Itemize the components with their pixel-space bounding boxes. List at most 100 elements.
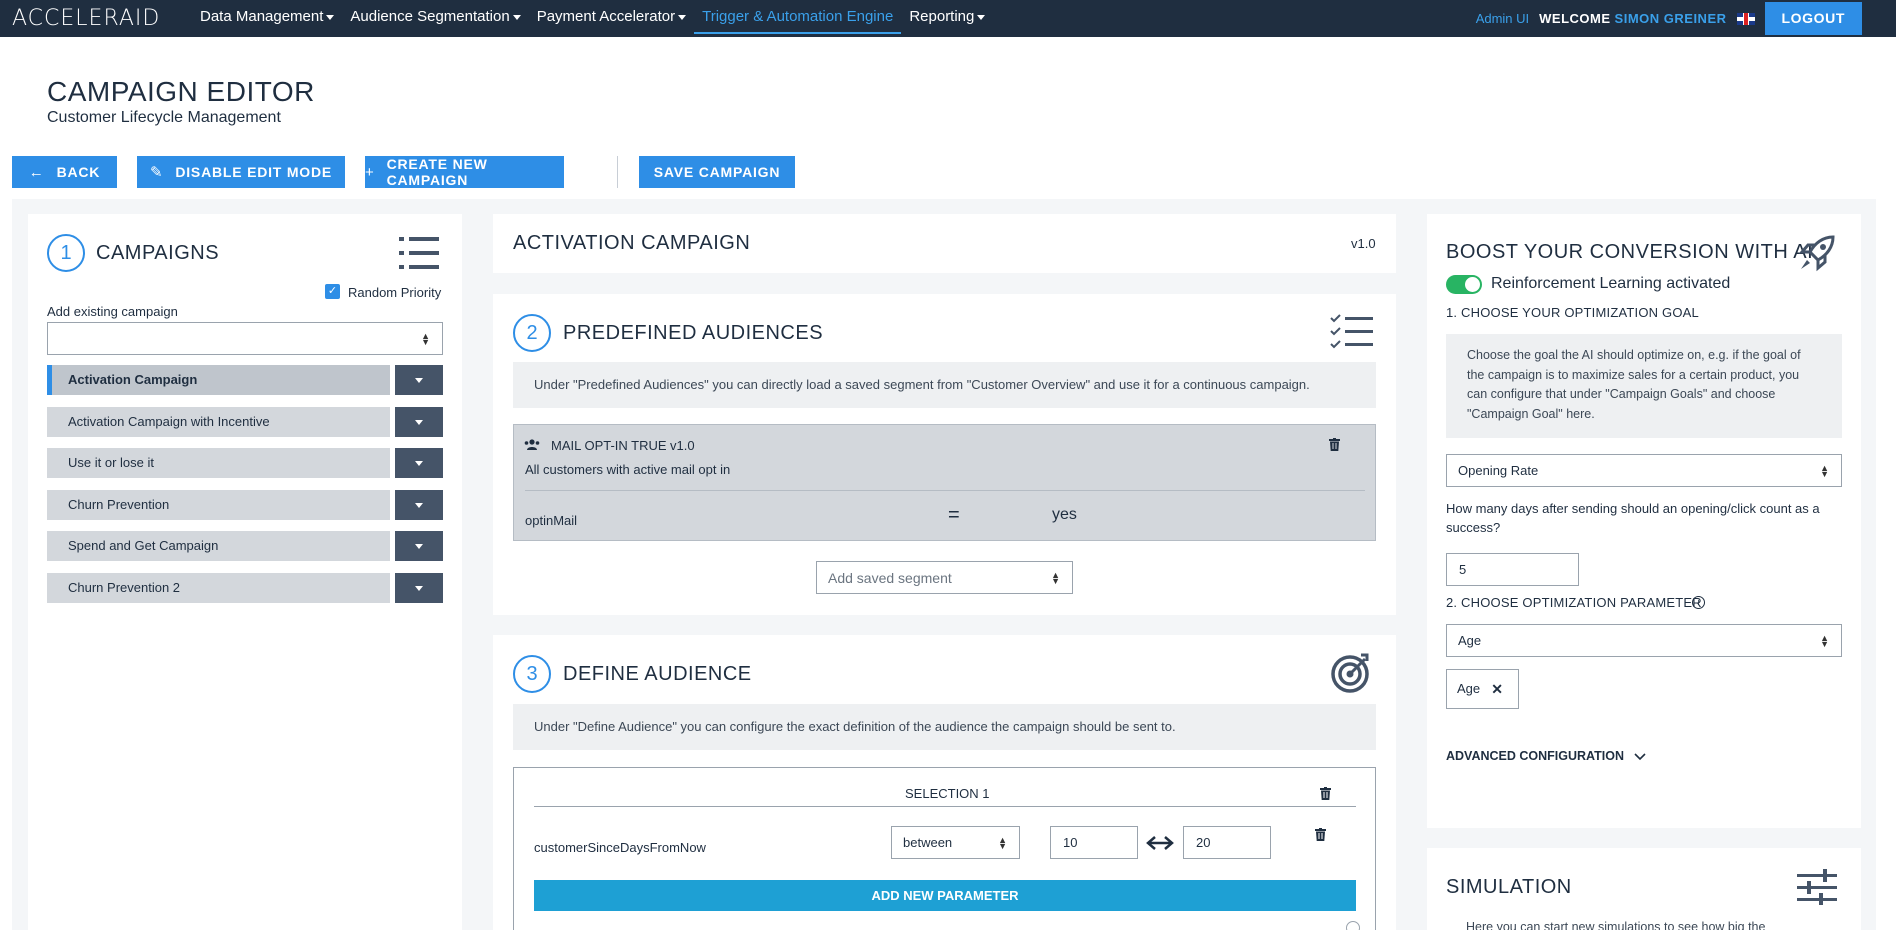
audience-operator: =	[948, 504, 960, 526]
nav-reporting[interactable]: Reporting	[901, 0, 993, 34]
campaign-item[interactable]: Activation Campaign	[47, 365, 390, 395]
disable-edit-mode-button[interactable]: ✎ DISABLE EDIT MODE	[137, 156, 345, 188]
selection-param: customerSinceDaysFromNow	[534, 840, 706, 855]
caret-down-icon	[415, 543, 423, 549]
random-priority-checkbox[interactable]: ✓	[325, 284, 340, 299]
optimization-goal-info: Choose the goal the AI should optimize o…	[1446, 334, 1842, 438]
top-navbar: ACCELERAID Data Management Audience Segm…	[0, 0, 1896, 37]
optimization-parameter-heading: 2. CHOOSE OPTIMIZATION PARAMETER	[1446, 595, 1702, 610]
audience-divider	[525, 490, 1365, 491]
selection-divider	[534, 806, 1356, 807]
chevron-down-icon	[678, 14, 687, 20]
logout-button[interactable]: LOGOUT	[1764, 2, 1862, 35]
optimization-parameter-select[interactable]: Age ▲ ▼	[1446, 624, 1842, 657]
trash-icon[interactable]	[1315, 828, 1326, 841]
chevron-down-icon	[977, 14, 986, 20]
simulation-title: SIMULATION	[1446, 876, 1572, 898]
checklist-icon	[1330, 314, 1373, 349]
campaign-item[interactable]: Use it or lose it	[47, 448, 390, 478]
nav-data-management[interactable]: Data Management	[192, 0, 342, 34]
back-button[interactable]: ← BACK	[12, 156, 117, 188]
success-days-question: How many days after sending should an op…	[1446, 501, 1820, 535]
simulation-info: Here you can start new simulations to se…	[1466, 920, 1766, 930]
nav-right: Admin UI WELCOME SIMON GREINER LOGOUT	[1476, 0, 1896, 37]
audience-version: v1.0	[670, 438, 695, 453]
range-arrow-icon	[1146, 836, 1174, 850]
add-saved-segment-select[interactable]: Add saved segment ▲ ▼	[816, 561, 1073, 594]
optimization-goal-heading: 1. CHOOSE YOUR OPTIMIZATION GOAL	[1446, 305, 1699, 320]
add-existing-campaign-select[interactable]: ▲ ▼	[47, 322, 443, 355]
save-campaign-button[interactable]: SAVE CAMPAIGN	[639, 156, 795, 188]
success-days-input[interactable]: 5	[1446, 553, 1579, 586]
page-title: CAMPAIGN EDITOR	[47, 76, 315, 107]
sliders-icon	[1797, 869, 1837, 905]
close-icon[interactable]: ✕	[1491, 670, 1503, 708]
chevron-down-icon	[1633, 753, 1646, 760]
user-name[interactable]: SIMON GREINER	[1615, 11, 1727, 26]
range-to-input[interactable]: 20	[1183, 826, 1271, 859]
info-icon[interactable]: i	[1692, 596, 1705, 609]
trash-icon[interactable]	[1329, 438, 1340, 451]
campaign-item[interactable]: Activation Campaign with Incentive	[47, 407, 390, 437]
campaign-menu-button[interactable]	[395, 448, 443, 478]
campaign-menu-button[interactable]	[395, 407, 443, 437]
chevron-down-icon	[512, 14, 521, 20]
selection-title: SELECTION 1	[905, 786, 990, 801]
define-audience-title: DEFINE AUDIENCE	[563, 663, 752, 685]
audience-name: MAIL OPT-IN TRUE	[551, 438, 667, 453]
trash-icon[interactable]	[1320, 787, 1331, 800]
predefined-audiences-info: Under "Predefined Audiences" you can dir…	[513, 362, 1376, 408]
toolbar-divider	[617, 156, 618, 188]
ai-title: BOOST YOUR CONVERSION WITH AI	[1446, 241, 1814, 263]
caret-down-icon	[415, 585, 423, 591]
caret-down-icon	[415, 502, 423, 508]
saved-audience-card: MAIL OPT-IN TRUE v1.0 All customers with…	[513, 424, 1376, 541]
optimization-goal-select[interactable]: Opening Rate ▲ ▼	[1446, 454, 1842, 487]
parameter-tag: Age ✕	[1446, 669, 1519, 709]
campaign-menu-button[interactable]	[395, 531, 443, 561]
campaign-item[interactable]: Churn Prevention	[47, 490, 390, 520]
logo[interactable]: ACCELERAID	[12, 6, 160, 31]
campaign-item[interactable]: Spend and Get Campaign	[47, 531, 390, 561]
arrow-left-icon: ←	[28, 163, 45, 181]
campaign-item[interactable]: Churn Prevention 2	[47, 573, 390, 603]
reinforcement-learning-toggle[interactable]	[1446, 275, 1482, 294]
advanced-configuration-toggle[interactable]: ADVANCED CONFIGURATION	[1446, 749, 1646, 763]
nav-audience-segmentation[interactable]: Audience Segmentation	[342, 0, 528, 34]
caret-down-icon	[415, 460, 423, 466]
admin-ui-link[interactable]: Admin UI	[1476, 11, 1529, 26]
list-icon	[399, 237, 439, 269]
toggle-label: Reinforcement Learning activated	[1491, 275, 1731, 292]
select-arrows-icon: ▲ ▼	[998, 835, 1007, 851]
caret-down-icon	[415, 377, 423, 383]
campaign-menu-button[interactable]	[395, 490, 443, 520]
uk-flag-icon[interactable]	[1736, 12, 1755, 25]
campaign-version: v1.0	[1351, 236, 1376, 251]
pencil-icon: ✎	[149, 164, 164, 181]
range-from-input[interactable]: 10	[1050, 826, 1138, 859]
random-priority-label: Random Priority	[348, 285, 442, 300]
target-icon	[1331, 653, 1369, 693]
select-arrows-icon: ▲ ▼	[1820, 463, 1829, 479]
add-existing-campaign-label: Add existing campaign	[47, 304, 178, 319]
campaign-menu-button[interactable]	[395, 365, 443, 395]
select-arrows-icon: ▲ ▼	[421, 331, 430, 347]
rocket-icon	[1798, 235, 1835, 272]
nav-payment-accelerator[interactable]: Payment Accelerator	[529, 0, 694, 34]
step-3-badge: 3	[513, 655, 551, 693]
predefined-audiences-title: PREDEFINED AUDIENCES	[563, 322, 824, 344]
select-arrows-icon: ▲ ▼	[1820, 633, 1829, 649]
step-2-badge: 2	[513, 314, 551, 352]
define-audience-info: Under "Define Audience" you can configur…	[513, 704, 1376, 750]
create-new-campaign-button[interactable]: + CREATE NEW CAMPAIGN	[365, 156, 564, 188]
select-arrows-icon: ▲ ▼	[1051, 570, 1060, 586]
campaign-menu-button[interactable]	[395, 573, 443, 603]
add-new-parameter-button[interactable]: ADD NEW PARAMETER	[534, 880, 1356, 911]
main-nav: Data Management Audience Segmentation Pa…	[192, 0, 993, 37]
welcome-text: WELCOME	[1539, 11, 1611, 26]
scroll-indicator[interactable]	[1346, 921, 1360, 930]
audience-param: optinMail	[525, 513, 578, 528]
operator-select[interactable]: between ▲ ▼	[891, 826, 1020, 859]
campaign-name: ACTIVATION CAMPAIGN	[513, 232, 751, 254]
nav-trigger-automation[interactable]: Trigger & Automation Engine	[694, 0, 902, 34]
